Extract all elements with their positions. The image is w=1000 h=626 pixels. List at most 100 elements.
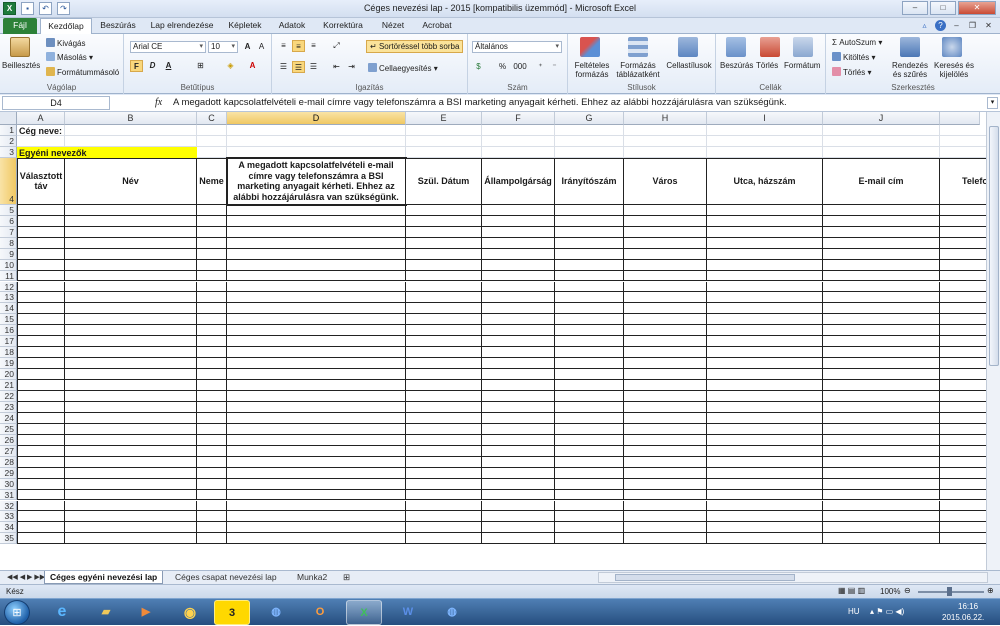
cell[interactable] <box>197 135 227 147</box>
cell[interactable] <box>17 369 65 381</box>
merge-button[interactable]: Cellaegyesítés ▾ <box>368 63 438 73</box>
cell[interactable] <box>823 533 940 545</box>
cell[interactable] <box>17 226 65 238</box>
cell[interactable] <box>624 146 707 158</box>
cell[interactable] <box>406 533 482 545</box>
cell[interactable] <box>940 490 986 501</box>
cell[interactable] <box>406 489 482 501</box>
cell[interactable] <box>65 237 197 249</box>
cell[interactable] <box>197 336 227 348</box>
cell[interactable] <box>624 401 707 413</box>
cell[interactable] <box>65 270 197 282</box>
cell[interactable] <box>624 522 707 534</box>
cell[interactable] <box>17 135 65 147</box>
maximize-button[interactable]: □ <box>930 1 956 15</box>
cell[interactable] <box>707 314 823 326</box>
cell[interactable] <box>227 248 406 260</box>
cell[interactable] <box>65 456 197 468</box>
worksheet-grid[interactable]: A B C D E F G H I J 1 2 3 4 5 6 7 8 9 10 11 12 13 14 15 16 17 18 19 2… <box>0 112 986 570</box>
find-select-button[interactable]: Keresés és kijelölés <box>932 61 976 79</box>
cell[interactable] <box>707 336 823 348</box>
cell[interactable] <box>482 303 555 315</box>
cell[interactable] <box>227 412 406 424</box>
cell[interactable] <box>482 347 555 359</box>
cell[interactable] <box>707 325 823 337</box>
cell[interactable] <box>555 380 624 391</box>
cell[interactable] <box>624 303 707 315</box>
cell[interactable] <box>482 125 555 136</box>
row-header-1[interactable]: 1 <box>0 125 17 136</box>
column-header-f[interactable]: F <box>482 112 555 125</box>
fill-button[interactable]: Kitöltés ▾ <box>832 52 875 62</box>
cell[interactable] <box>65 204 197 216</box>
cell[interactable] <box>197 303 227 315</box>
cell[interactable] <box>707 303 823 315</box>
italic-button[interactable]: D <box>146 60 159 72</box>
currency-icon[interactable]: $ <box>472 61 485 73</box>
column-header-e[interactable]: E <box>406 112 482 125</box>
header-cell-g[interactable]: Irányítószám <box>555 157 624 205</box>
cell[interactable] <box>555 489 624 501</box>
cell[interactable] <box>65 467 197 479</box>
cell[interactable] <box>823 325 940 337</box>
cell[interactable] <box>707 511 823 523</box>
cell[interactable] <box>227 135 406 147</box>
cell[interactable] <box>482 445 555 457</box>
cell[interactable] <box>17 445 65 457</box>
cell[interactable] <box>17 391 65 402</box>
cell[interactable] <box>823 259 940 271</box>
row-header-23[interactable]: 23 <box>0 401 17 413</box>
cell[interactable] <box>823 380 940 391</box>
cell[interactable] <box>227 281 406 293</box>
cell[interactable] <box>406 467 482 479</box>
row-header-32[interactable]: 32 <box>0 500 17 512</box>
align-bottom-icon[interactable]: ≡ <box>307 40 320 52</box>
cell[interactable] <box>624 511 707 523</box>
cell[interactable] <box>227 204 406 216</box>
cell[interactable] <box>707 401 823 413</box>
row-header-28[interactable]: 28 <box>0 456 17 468</box>
cell[interactable] <box>227 467 406 479</box>
cell[interactable] <box>482 533 555 545</box>
cell[interactable] <box>17 248 65 260</box>
zoom-level[interactable]: 100% <box>880 587 900 596</box>
doc-minimize-icon[interactable]: – <box>951 20 962 31</box>
cell[interactable] <box>197 347 227 359</box>
cell[interactable] <box>555 204 624 216</box>
tray-icons[interactable]: ▴ ⚑ ▭ ◀) <box>870 607 904 616</box>
cell[interactable] <box>555 358 624 370</box>
cell[interactable] <box>227 347 406 359</box>
cell[interactable] <box>624 391 707 402</box>
cell-styles-button[interactable]: Cellastílusok <box>664 61 714 70</box>
format-painter-button[interactable]: Formátummásoló <box>46 67 119 77</box>
cell[interactable] <box>227 434 406 446</box>
cell[interactable] <box>624 478 707 490</box>
cell[interactable] <box>197 412 227 424</box>
format-cells-icon[interactable] <box>793 37 813 57</box>
cell[interactable] <box>227 401 406 413</box>
grow-font-button[interactable]: A <box>241 41 254 53</box>
cell[interactable] <box>482 281 555 293</box>
cell[interactable] <box>555 500 624 512</box>
cell[interactable] <box>823 401 940 413</box>
cell[interactable] <box>17 259 65 271</box>
cell[interactable] <box>624 292 707 304</box>
doc-restore-icon[interactable]: ❐ <box>967 20 978 31</box>
cell[interactable] <box>940 282 986 293</box>
horizontal-scrollbar[interactable] <box>598 572 988 583</box>
cell[interactable] <box>197 226 227 238</box>
cell[interactable] <box>482 270 555 282</box>
cell[interactable] <box>940 501 986 512</box>
row-header-11[interactable]: 11 <box>0 270 17 282</box>
cell[interactable] <box>940 303 986 315</box>
column-header-d[interactable]: D <box>227 112 406 125</box>
cell[interactable] <box>555 347 624 359</box>
header-cell-c[interactable]: Neme <box>197 157 227 205</box>
header-cell-k[interactable]: Telefon <box>940 157 986 205</box>
cell[interactable] <box>707 456 823 468</box>
cell[interactable] <box>197 391 227 402</box>
column-header-g[interactable]: G <box>555 112 624 125</box>
cell[interactable] <box>197 423 227 435</box>
cell[interactable] <box>482 456 555 468</box>
cell[interactable] <box>940 347 986 359</box>
